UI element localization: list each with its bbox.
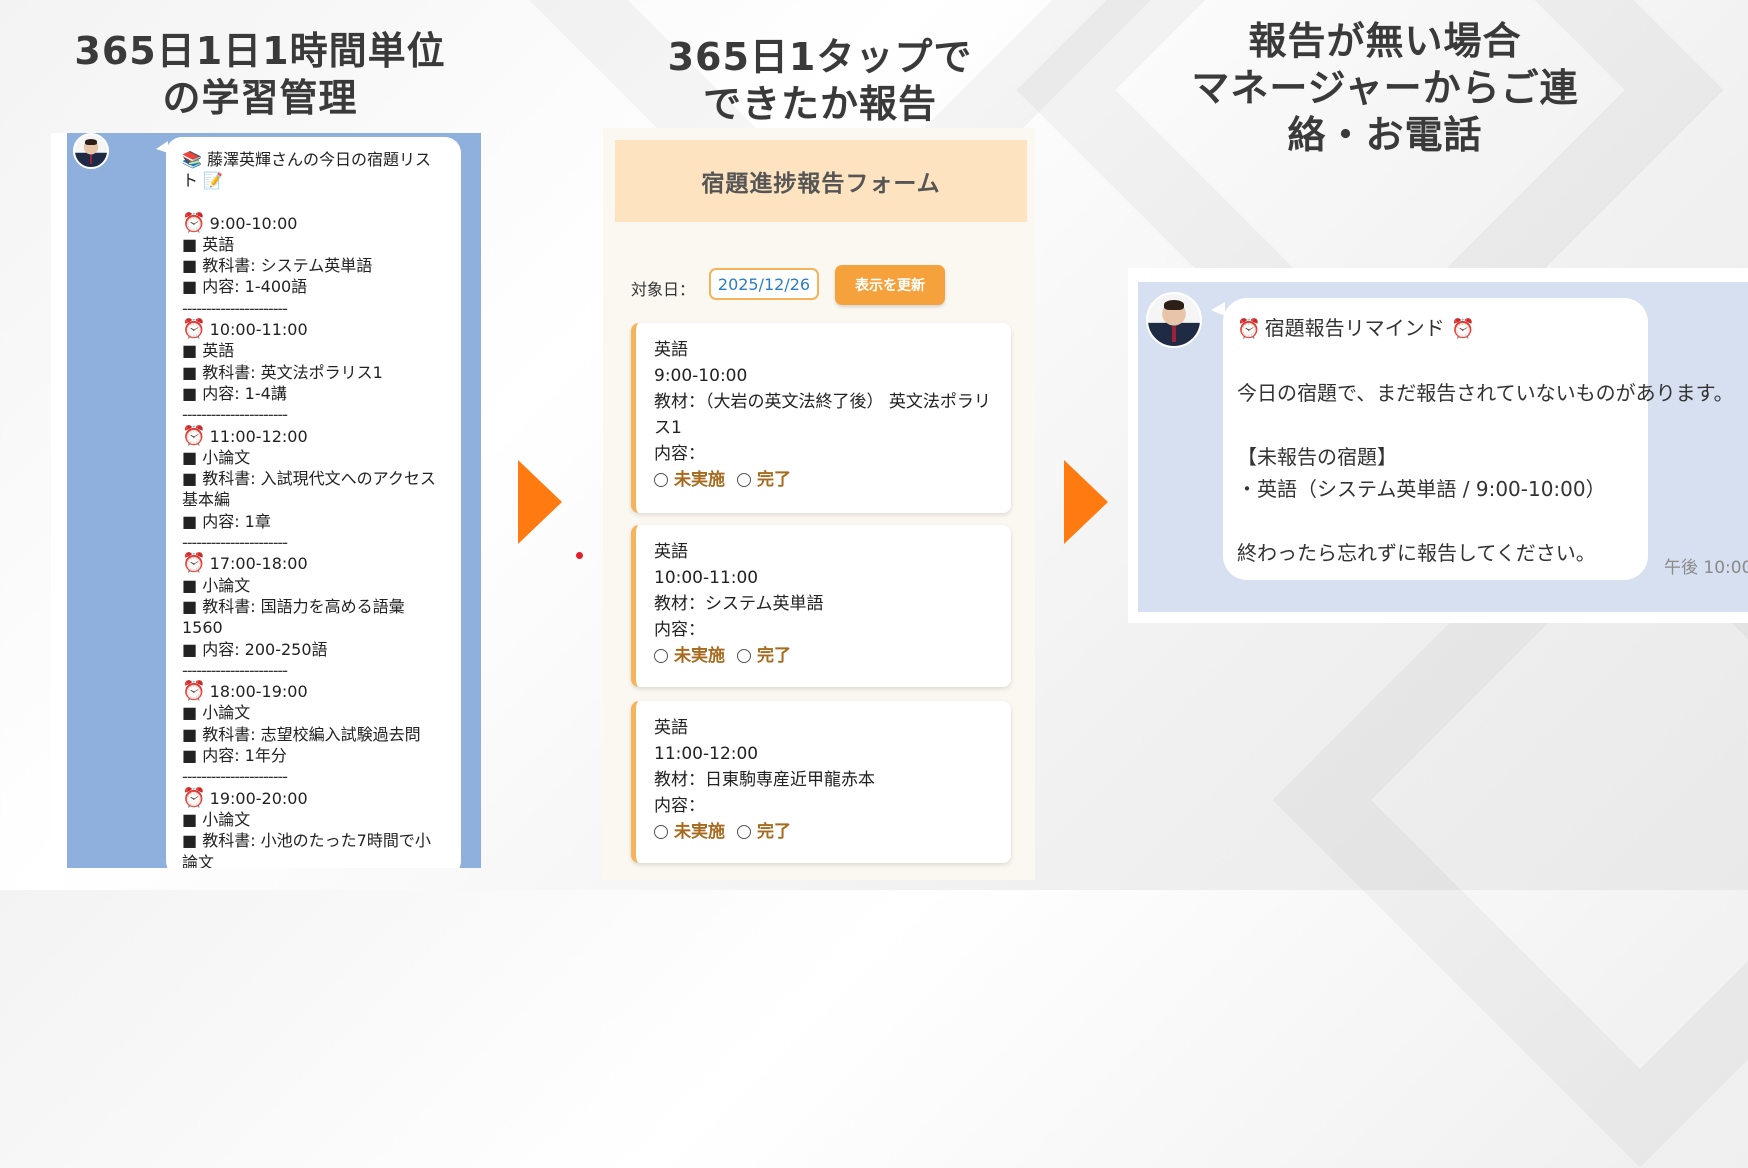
entry-time: ⏰ 19:00-20:00 — [182, 786, 308, 809]
alarm-clock-icon: ⏰ — [182, 680, 206, 703]
card-material: 教材：（大岩の英文法終了後） 英文法ポラリス1 — [654, 392, 991, 438]
homework-entry: ⏰ 18:00-19:00 ■ 小論文 ■ 教科書: 志望校編入試験過去問 ■ 内容: … — [182, 680, 445, 787]
avatar — [1146, 292, 1202, 348]
not-done-label[interactable]: 未実施 — [674, 819, 725, 845]
reminder-closing: 終わったら忘れずに報告してください。 — [1237, 541, 1596, 565]
homework-list-title: 📚 藤澤英輝さんの今日の宿題リスト 📝 — [182, 150, 432, 191]
entry-subject: ■ 英語 — [182, 341, 235, 361]
homework-entry: ⏰ 17:00-18:00 ■ 小論文 ■ 教科書: 国語力を高める語彙1560 ■ 内… — [182, 553, 445, 681]
entry-textbook: ■ 教科書: 国語力を高める語彙1560 — [182, 596, 405, 638]
entry-separator: ---------------------- — [182, 767, 288, 787]
entry-textbook: ■ 教科書: 英文法ポラリス1 — [182, 362, 383, 382]
done-label[interactable]: 完了 — [757, 467, 791, 493]
entry-subject: ■ 小論文 — [182, 809, 251, 829]
reminder-heading: 【未報告の宿題】 — [1237, 445, 1397, 469]
column-title-study-management: 365日1日1時間単位 の学習管理 — [74, 29, 446, 120]
entry-textbook: ■ 教科書: システム英単語 — [182, 256, 373, 276]
card-content: 内容： — [654, 796, 705, 816]
homework-card: 英語 11:00-12:00 教材：日東駒専産近甲龍赤本 内容： 未実施 完了 — [631, 701, 1011, 863]
entry-separator: ---------------------- — [182, 660, 288, 680]
date-input[interactable]: 2025/12/26 — [709, 268, 819, 300]
status-radio-group: 未実施 完了 — [654, 643, 993, 669]
entry-textbook: ■ 教科書: 志望校編入試験過去問 — [182, 724, 421, 744]
column-title-one-tap-report: 365日1タップで できたか報告 — [667, 35, 973, 126]
card-content: 内容： — [654, 620, 705, 640]
reminder-line1: 今日の宿題で、まだ報告されていないものがあります。 — [1237, 381, 1734, 405]
entry-subject: ■ 英語 — [182, 234, 235, 254]
reminder-title: ⏰ 宿題報告リマインド ⏰ — [1237, 312, 1634, 345]
alarm-clock-icon: ⏰ — [182, 552, 206, 575]
homework-entries: ⏰ 9:00-10:00 ■ 英語 ■ 教科書: システム英単語 ■ 内容: 1-400… — [182, 211, 445, 868]
card-time: 11:00-12:00 — [654, 744, 759, 764]
entry-time: ⏰ 18:00-19:00 — [182, 680, 308, 703]
not-done-radio[interactable] — [654, 649, 668, 663]
entry-content: ■ 内容: 1章 — [182, 511, 271, 531]
not-done-radio[interactable] — [654, 473, 668, 487]
not-done-label[interactable]: 未実施 — [674, 643, 725, 669]
alarm-clock-icon: ⏰ — [1237, 318, 1261, 340]
form-header: 宿題進捗報告フォーム — [615, 140, 1027, 222]
card-material: 教材：システム英単語 — [654, 594, 824, 614]
refresh-button[interactable]: 表示を更新 — [835, 265, 945, 305]
homework-message-bubble: 📚 藤澤英輝さんの今日の宿題リスト 📝 ⏰ 9:00-10:00 ■ 英語 ■ 教科書… — [156, 137, 461, 868]
reminder-item: ・英語（システム英単語 / 9:00-10:00） — [1237, 477, 1606, 501]
card-subject: 英語 — [654, 542, 688, 562]
entry-subject: ■ 小論文 — [182, 575, 251, 595]
alarm-clock-icon: ⏰ — [182, 318, 206, 341]
status-radio-group: 未実施 完了 — [654, 819, 993, 845]
alarm-clock-icon: ⏰ — [182, 211, 206, 234]
reminder-message-bubble: ⏰ 宿題報告リマインド ⏰ 今日の宿題で、まだ報告されていないものがあります。 【… — [1211, 298, 1734, 580]
homework-entry: ⏰ 9:00-10:00 ■ 英語 ■ 教科書: システム英単語 ■ 内容: 1-400… — [182, 211, 445, 319]
arrow-right-icon — [518, 460, 562, 544]
entry-content: ■ 内容: 200-250語 — [182, 639, 328, 659]
entry-time: ⏰ 17:00-18:00 — [182, 552, 308, 575]
entry-separator: ---------------------- — [182, 533, 288, 553]
done-radio[interactable] — [737, 473, 751, 487]
avatar — [73, 133, 109, 169]
date-label: 対象日： — [631, 280, 696, 299]
entry-time: ⏰ 11:00-12:00 — [182, 424, 308, 447]
homework-entry: ⏰ 11:00-12:00 ■ 小論文 ■ 教科書: 入試現代文へのアクセス基本編 ■ … — [182, 424, 445, 554]
card-content: 内容： — [654, 444, 705, 464]
entry-time: ⏰ 10:00-11:00 — [182, 318, 308, 341]
done-label[interactable]: 完了 — [757, 819, 791, 845]
alarm-clock-icon: ⏰ — [182, 424, 206, 447]
entry-subject: ■ 小論文 — [182, 447, 251, 467]
status-radio-group: 未実施 完了 — [654, 467, 993, 493]
entry-subject: ■ 小論文 — [182, 703, 251, 723]
card-material: 教材：日東駒専産近甲龍赤本 — [654, 770, 875, 790]
entry-textbook: ■ 教科書: 入試現代文へのアクセス基本編 — [182, 469, 436, 510]
alarm-clock-icon: ⏰ — [1451, 318, 1475, 340]
message-timestamp: 午後 10:00 — [1664, 558, 1748, 578]
done-radio[interactable] — [737, 649, 751, 663]
not-done-label[interactable]: 未実施 — [674, 467, 725, 493]
arrow-right-icon — [1064, 460, 1108, 544]
red-dot — [576, 552, 583, 559]
card-time: 10:00-11:00 — [654, 568, 759, 588]
done-label[interactable]: 完了 — [757, 643, 791, 669]
entry-separator: ---------------------- — [182, 405, 288, 425]
homework-entry: ⏰ 10:00-11:00 ■ 英語 ■ 教科書: 英文法ポラリス1 ■ 内容: 1-4… — [182, 318, 445, 425]
reminder-chat: ⏰ 宿題報告リマインド ⏰ 今日の宿題で、まだ報告されていないものがあります。 【… — [1128, 268, 1748, 623]
entry-separator: ---------------------- — [182, 298, 288, 318]
not-done-radio[interactable] — [654, 825, 668, 839]
homework-list-chat: 📚 藤澤英輝さんの今日の宿題リスト 📝 ⏰ 9:00-10:00 ■ 英語 ■ 教科書… — [51, 133, 481, 868]
done-radio[interactable] — [737, 825, 751, 839]
entry-time: ⏰ 9:00-10:00 — [182, 211, 298, 234]
entry-content: ■ 内容: 1-400語 — [182, 277, 308, 297]
entry-content: ■ 内容: 1年分 — [182, 746, 287, 766]
alarm-clock-icon: ⏰ — [182, 786, 206, 809]
entry-textbook: ■ 教科書: 小池のたった7時間で小論文 — [182, 831, 431, 868]
card-time: 9:00-10:00 — [654, 366, 748, 386]
card-subject: 英語 — [654, 340, 688, 360]
homework-card: 英語 9:00-10:00 教材：（大岩の英文法終了後） 英文法ポラリス1 内容： 未実… — [631, 323, 1011, 513]
homework-card: 英語 10:00-11:00 教材：システム英単語 内容： 未実施 完了 — [631, 525, 1011, 687]
progress-report-form: 宿題進捗報告フォーム 対象日： 2025/12/26 表示を更新 英語 9:00-… — [603, 128, 1035, 880]
card-subject: 英語 — [654, 718, 688, 738]
column-title-manager-contact: 報告が無い場合 マネージャーからご連 絡・お電話 — [1191, 19, 1579, 157]
entry-content: ■ 内容: 1-4講 — [182, 383, 287, 403]
homework-entry: ⏰ 19:00-20:00 ■ 小論文 ■ 教科書: 小池のたった7時間で小論文 — [182, 786, 445, 868]
